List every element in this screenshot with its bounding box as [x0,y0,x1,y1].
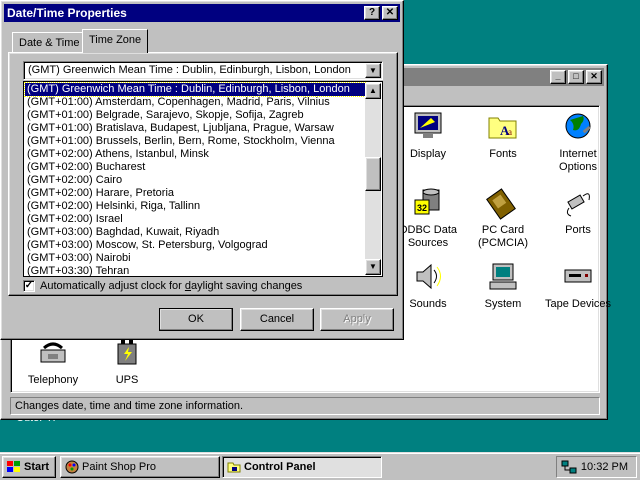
date-time-dialog: Date/Time Properties ? ✕ Date & Time Tim… [0,0,404,340]
daylight-saving-label: Automatically adjust clock for daylight … [40,280,302,292]
cp-item-telephony[interactable]: Telephony [13,336,93,387]
cp-item-fonts[interactable]: A a Fonts [463,110,543,161]
display-icon [414,112,442,138]
start-label: Start [24,461,50,473]
speaker-icon [416,263,441,290]
pc-card-icon [486,188,516,220]
cp-item-label: Ports [565,224,591,236]
time-zone-combobox[interactable]: (GMT) Greenwich Mean Time : Dublin, Edin… [23,61,383,80]
telephone-icon [40,342,66,363]
cp-item-label: PC Card (PCMCIA) [477,224,529,249]
time-zone-dropdown-list: (GMT) Greenwich Mean Time : Dublin, Edin… [23,81,383,277]
system-tray: 10:32 PM [556,456,637,478]
maximize-button[interactable]: □ [568,70,584,84]
minimize-button[interactable]: _ [550,70,566,84]
close-button[interactable]: ✕ [586,70,602,84]
time-zone-option[interactable]: (GMT+01:00) Belgrade, Sarajevo, Skopje, … [25,109,365,122]
scroll-down-arrow-icon[interactable]: ▼ [365,259,381,275]
cp-item-tape-devices[interactable]: Tape Devices [538,260,618,311]
fonts-folder-icon: A a [488,117,517,139]
time-zone-option[interactable]: (GMT+02:00) Athens, Istanbul, Minsk [25,148,365,161]
odbc-icon: 32 [414,188,440,215]
cp-item-ups[interactable]: UPS [87,336,167,387]
ups-battery-icon [117,340,137,365]
chevron-down-icon[interactable]: ▼ [365,63,381,78]
network-tray-icon[interactable] [561,460,577,474]
cp-item-label: System [484,298,522,310]
apply-button[interactable]: Apply [320,308,394,331]
time-zone-option[interactable]: (GMT+03:30) Tehran [25,265,365,278]
time-zone-option[interactable]: (GMT+03:00) Moscow, St. Petersburg, Volg… [25,239,365,252]
cp-item-ports[interactable]: Ports [538,186,618,237]
time-zone-option[interactable]: (GMT+03:00) Baghdad, Kuwait, Riyadh [25,226,365,239]
cp-item-pc-card[interactable]: PC Card (PCMCIA) [463,186,543,250]
time-zone-option[interactable]: (GMT+01:00) Brussels, Berlin, Bern, Rome… [25,135,365,148]
ok-button[interactable]: OK [159,308,233,331]
time-zone-option[interactable]: (GMT+02:00) Bucharest [25,161,365,174]
taskbar-item-control-panel[interactable]: Control Panel [222,456,382,478]
taskbar-item-label: Paint Shop Pro [82,461,156,473]
tab-time-zone[interactable]: Time Zone [82,29,149,53]
help-button[interactable]: ? [364,6,380,20]
svg-text:a: a [508,127,512,137]
cp-item-label: Tape Devices [544,298,612,310]
scrollbar-thumb[interactable] [365,157,381,191]
cp-item-label: UPS [115,374,139,386]
time-zone-option[interactable]: (GMT+02:00) Cairo [25,174,365,187]
tab-time-zone-label: Time Zone [89,34,142,46]
time-zone-option[interactable]: (GMT+02:00) Harare, Pretoria [25,187,365,200]
paint-shop-pro-icon [65,460,79,474]
taskbar-item-label: Control Panel [244,461,316,473]
start-button[interactable]: Start [2,456,56,478]
scrollbar[interactable]: ▲ ▼ [365,83,381,275]
time-zone-option[interactable]: (GMT) Greenwich Mean Time : Dublin, Edin… [24,82,366,97]
cp-item-label: Telephony [27,374,79,386]
svg-text:32: 32 [417,203,427,213]
time-zone-option[interactable]: (GMT+01:00) Amsterdam, Copenhagen, Madri… [25,96,365,109]
status-bar: Changes date, time and time zone informa… [10,397,600,415]
tape-drive-icon [564,269,592,283]
time-zone-option[interactable]: (GMT+02:00) Helsinki, Riga, Tallinn [25,200,365,213]
globe-icon [565,113,591,139]
daylight-saving-checkbox[interactable]: ✓ [23,280,35,292]
clock[interactable]: 10:32 PM [581,461,628,473]
computer-icon [489,263,517,290]
dst-label-part: aylight saving changes [191,280,303,292]
dialog-title: Date/Time Properties [7,6,127,20]
close-button[interactable]: ✕ [382,6,398,20]
dst-label-part: Automatically adjust clock for [40,280,185,292]
windows-logo-icon [7,461,20,473]
control-panel-folder-icon [227,462,241,473]
cp-item-internet-options[interactable]: Internet Options [538,110,618,174]
dialog-titlebar: Date/Time Properties ? ✕ [4,4,400,22]
taskbar: Start Paint Shop Pro Control Panel 10:32… [0,452,640,480]
time-zone-option[interactable]: (GMT+01:00) Bratislava, Budapest, Ljublj… [25,122,365,135]
taskbar-item-paint-shop-pro[interactable]: Paint Shop Pro [60,456,220,478]
ports-plug-icon [566,193,590,217]
scroll-up-arrow-icon[interactable]: ▲ [365,83,381,99]
cp-item-label: Internet Options [559,148,597,173]
cp-item-label: Fonts [489,148,517,160]
time-zone-selected-value: (GMT) Greenwich Mean Time : Dublin, Edin… [28,64,351,76]
cancel-button[interactable]: Cancel [240,308,314,331]
tab-date-time[interactable]: Date & Time [12,32,87,52]
time-zone-option[interactable]: (GMT+03:00) Nairobi [25,252,365,265]
time-zone-option[interactable]: (GMT+02:00) Israel [25,213,365,226]
cp-item-system[interactable]: System [463,260,543,311]
